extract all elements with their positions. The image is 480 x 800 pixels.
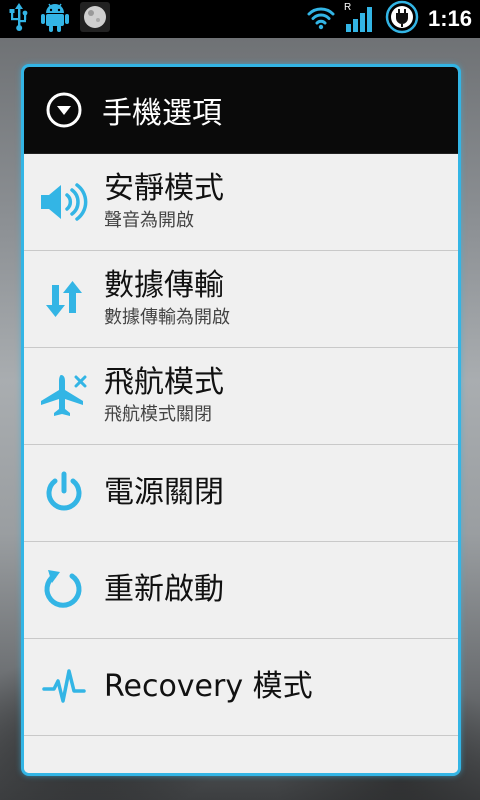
data-transfer-icon [24, 279, 104, 319]
wifi-icon [306, 4, 336, 34]
dialog-title: 手機選項 [102, 96, 222, 131]
volume-icon [24, 181, 104, 223]
status-bar: R 1:16 [0, 0, 480, 38]
airplane-mode-title: 飛航模式 [104, 365, 224, 400]
partial-option-icon [24, 736, 104, 773]
airplane-mode-option[interactable]: 飛航模式 飛航模式關閉 [24, 348, 458, 445]
cell-signal-icon: R [344, 2, 376, 34]
recovery-icon [24, 665, 104, 709]
more-option-partial[interactable] [24, 736, 458, 773]
usb-icon [8, 3, 30, 35]
battery-icon [384, 0, 420, 38]
android-icon [40, 1, 70, 37]
reboot-title: 重新啟動 [104, 572, 224, 607]
reboot-icon [24, 568, 104, 612]
data-transfer-title: 數據傳輸 [104, 268, 224, 303]
power-off-option[interactable]: 電源關閉 [24, 445, 458, 542]
moon-icon [80, 2, 110, 36]
clock: 1:16 [427, 6, 472, 31]
silent-mode-status: 聲音為開啟 [104, 210, 194, 231]
silent-mode-title: 安靜模式 [104, 171, 224, 206]
data-transfer-status: 數據傳輸為開啟 [104, 307, 230, 328]
airplane-icon [24, 373, 104, 419]
dropdown-circle-icon [44, 90, 84, 130]
power-icon [24, 471, 104, 515]
reboot-option[interactable]: 重新啟動 [24, 542, 458, 639]
airplane-mode-status: 飛航模式關閉 [104, 404, 212, 425]
phone-options-dialog: 手機選項 安靜模式 聲音為開啟 數據傳輸 數據傳輸為開啟 飛航模式 飛航模式關閉… [21, 64, 461, 776]
recovery-mode-option[interactable]: Recovery 模式 [24, 639, 458, 736]
dialog-header: 手機選項 [24, 67, 458, 154]
silent-mode-option[interactable]: 安靜模式 聲音為開啟 [24, 154, 458, 251]
data-transfer-option[interactable]: 數據傳輸 數據傳輸為開啟 [24, 251, 458, 348]
recovery-mode-title: Recovery 模式 [104, 669, 313, 704]
power-off-title: 電源關閉 [104, 475, 224, 510]
